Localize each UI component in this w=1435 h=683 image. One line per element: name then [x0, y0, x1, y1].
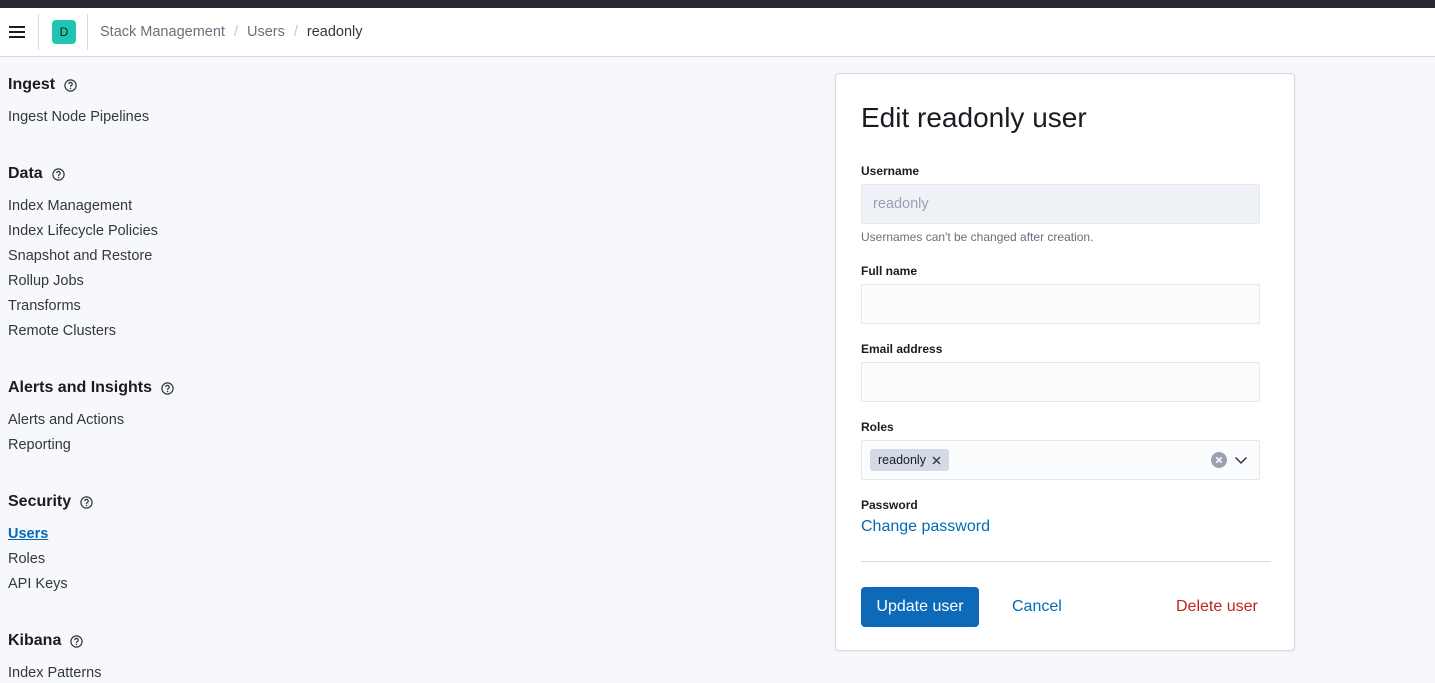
nav-item-index-lifecycle-policies[interactable]: Index Lifecycle Policies [8, 219, 158, 244]
nav-group-ingest: Ingest Ingest Node Pipelines [8, 73, 149, 130]
roles-label: Roles [861, 420, 894, 434]
nav-heading: Security [8, 490, 93, 514]
nav-heading-label: Alerts and Insights [8, 379, 153, 396]
header-divider [38, 14, 39, 50]
full-name-field[interactable] [861, 284, 1260, 324]
nav-group-data: Data Index Management Index Lifecycle Po… [8, 162, 158, 344]
top-dark-bar [0, 0, 1435, 8]
clear-roles-icon[interactable] [1211, 452, 1227, 468]
breadcrumb: Stack Management / Users / readonly [100, 8, 363, 56]
divider [861, 561, 1271, 562]
nav-item-remote-clusters[interactable]: Remote Clusters [8, 319, 158, 344]
role-pill: readonly [870, 449, 949, 471]
full-name-label: Full name [861, 264, 918, 278]
nav-group-kibana: Kibana Index Patterns [8, 629, 102, 683]
hamburger-icon [9, 25, 25, 39]
nav-item-transforms[interactable]: Transforms [8, 294, 158, 319]
nav-item-users[interactable]: Users [8, 522, 93, 547]
page-title: Edit readonly user [861, 102, 1087, 133]
breadcrumb-separator: / [293, 24, 298, 40]
nav-heading: Alerts and Insights [8, 376, 174, 400]
username-label: Username [861, 164, 920, 178]
breadcrumb-separator: / [233, 24, 238, 40]
nav-item-index-patterns[interactable]: Index Patterns [8, 661, 102, 683]
menu-toggle-button[interactable] [0, 8, 34, 56]
username-field[interactable] [861, 184, 1260, 224]
header-divider [87, 14, 88, 50]
header: D Stack Management / Users / readonly [0, 8, 1435, 57]
nav-heading-label: Data [8, 165, 43, 182]
nav-group-alerts-and-insights: Alerts and Insights Alerts and Actions R… [8, 376, 174, 458]
nav-item-alerts-and-actions[interactable]: Alerts and Actions [8, 408, 174, 433]
help-icon[interactable] [64, 78, 77, 92]
edit-user-panel: Edit readonly user Username Usernames ca… [835, 73, 1295, 651]
role-pill-label: readonly [878, 453, 926, 467]
breadcrumb-users[interactable]: Users [247, 24, 285, 40]
space-avatar[interactable]: D [52, 20, 76, 44]
email-label: Email address [861, 342, 943, 356]
nav-item-rollup-jobs[interactable]: Rollup Jobs [8, 269, 158, 294]
nav-heading-label: Ingest [8, 76, 56, 93]
nav-heading: Ingest [8, 73, 149, 97]
nav-item-ingest-node-pipelines[interactable]: Ingest Node Pipelines [8, 105, 149, 130]
nav-item-snapshot-and-restore[interactable]: Snapshot and Restore [8, 244, 158, 269]
nav-item-reporting[interactable]: Reporting [8, 433, 174, 458]
help-icon[interactable] [70, 634, 84, 648]
email-field[interactable] [861, 362, 1260, 402]
username-help-text: Usernames can't be changed after creatio… [861, 230, 1094, 244]
nav-group-security: Security Users Roles API Keys [8, 490, 93, 597]
cancel-button[interactable]: Cancel [1012, 587, 1062, 627]
breadcrumb-stack-management[interactable]: Stack Management [100, 24, 225, 40]
nav-item-api-keys[interactable]: API Keys [8, 572, 93, 597]
nav-heading-label: Kibana [8, 632, 62, 649]
breadcrumb-current: readonly [306, 24, 363, 40]
chevron-down-icon[interactable] [1234, 453, 1248, 467]
update-user-button[interactable]: Update user [861, 587, 979, 627]
nav-item-roles[interactable]: Roles [8, 547, 93, 572]
change-password-link[interactable]: Change password [861, 518, 990, 536]
delete-user-button[interactable]: Delete user [1176, 587, 1258, 627]
nav-heading: Data [8, 162, 158, 186]
help-icon[interactable] [80, 495, 93, 509]
roles-combobox[interactable]: readonly [861, 440, 1260, 480]
nav-heading-label: Security [8, 493, 72, 510]
help-icon[interactable] [161, 381, 174, 395]
nav-item-index-management[interactable]: Index Management [8, 194, 158, 219]
nav-heading: Kibana [8, 629, 102, 653]
help-icon[interactable] [51, 167, 65, 181]
password-label: Password [861, 498, 918, 512]
remove-role-icon[interactable] [932, 456, 941, 465]
